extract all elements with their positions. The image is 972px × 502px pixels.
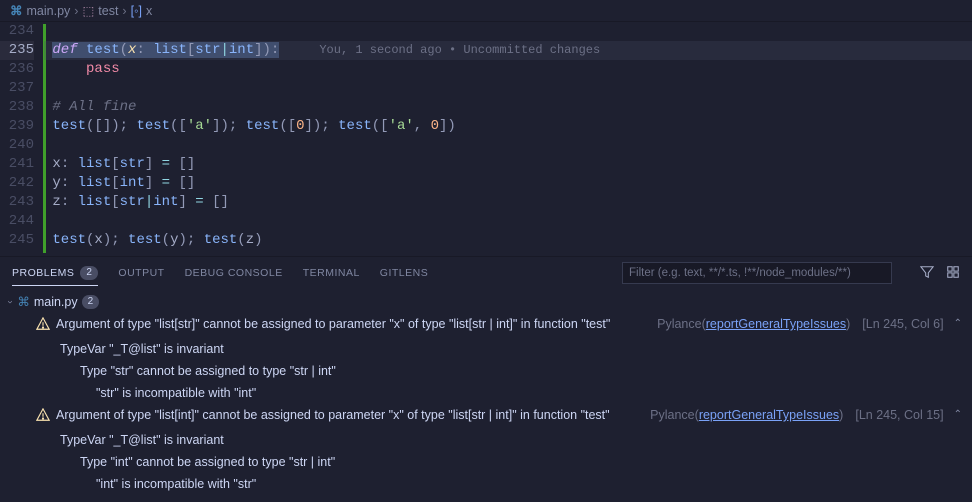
chevron-right-icon: › (74, 4, 78, 18)
code-line[interactable]: test([]); test(['a']); test([0]); test([… (44, 117, 972, 136)
breadcrumb-file[interactable]: main.py (27, 4, 71, 18)
python-file-icon: ⌘ (10, 3, 23, 18)
code-line[interactable]: y: list[int] = [] (44, 174, 972, 193)
line-number: 242 (0, 174, 34, 193)
filter-icon[interactable] (920, 265, 934, 282)
chevron-up-icon[interactable]: ⌃ (954, 404, 962, 426)
line-number: 245 (0, 231, 34, 250)
bottom-panel: Problems 2 Output Debug Console Terminal… (0, 256, 972, 502)
problem-message: Argument of type "list[int]" cannot be a… (56, 404, 644, 426)
code-line[interactable]: pass (44, 60, 972, 79)
git-codelens: You, 1 second ago • Uncommitted changes (319, 43, 600, 57)
line-number: 239 (0, 117, 34, 136)
warning-icon (36, 316, 50, 338)
problem-location: [Ln 245, Col 6] (862, 313, 943, 335)
problem-message: Argument of type "list[str]" cannot be a… (56, 313, 651, 335)
tab-gitlens[interactable]: GitLens (380, 267, 428, 279)
problems-file-name: main.py (34, 291, 78, 313)
problem-location: [Ln 245, Col 15] (855, 404, 943, 426)
warning-icon (36, 407, 50, 429)
problem-rule-link[interactable]: reportGeneralTypeIssues (699, 408, 839, 422)
line-number: 236 (0, 60, 34, 79)
problems-filter-input[interactable] (622, 262, 892, 284)
chevron-down-icon: › (0, 300, 21, 303)
breadcrumb-variable[interactable]: x (146, 4, 152, 18)
problems-list[interactable]: › ⌘ main.py 2 Argument of type "list[str… (0, 289, 972, 502)
line-number: 235 (0, 41, 34, 60)
line-number: 238 (0, 98, 34, 117)
code-line[interactable] (44, 136, 972, 155)
line-number: 244 (0, 212, 34, 231)
line-number: 237 (0, 79, 34, 98)
code-line[interactable]: z: list[str|int] = [] (44, 193, 972, 212)
problem-source: Pylance(reportGeneralTypeIssues) (650, 404, 843, 426)
tab-debug-console[interactable]: Debug Console (185, 267, 283, 279)
code-line[interactable] (44, 22, 972, 41)
symbol-variable-icon: [◦] (131, 4, 142, 18)
line-number: 243 (0, 193, 34, 212)
problems-file-row[interactable]: › ⌘ main.py 2 (8, 291, 972, 313)
code-line[interactable]: test(x); test(y); test(z) (44, 231, 972, 250)
panel-tabs: Problems 2 Output Debug Console Terminal… (0, 257, 972, 289)
code-line[interactable] (44, 79, 972, 98)
code-line[interactable]: def test(x: list[str|int]):You, 1 second… (44, 41, 972, 60)
tab-output[interactable]: Output (118, 267, 164, 279)
breadcrumb[interactable]: ⌘ main.py › ⬚ test › [◦] x (0, 0, 972, 22)
line-number: 240 (0, 136, 34, 155)
tab-label: Problems (12, 267, 74, 279)
code-line[interactable]: x: list[str] = [] (44, 155, 972, 174)
code-line[interactable] (44, 212, 972, 231)
problem-source: Pylance(reportGeneralTypeIssues) (657, 313, 850, 335)
problem-item[interactable]: Argument of type "list[str]" cannot be a… (8, 313, 972, 338)
problem-detail: Type "int" cannot be assigned to type "s… (8, 451, 972, 473)
breadcrumb-symbol[interactable]: test (98, 4, 118, 18)
tab-terminal[interactable]: Terminal (303, 267, 360, 279)
problem-item[interactable]: Argument of type "list[int]" cannot be a… (8, 404, 972, 429)
problem-detail: TypeVar "_T@list" is invariant (8, 429, 972, 451)
symbol-method-icon: ⬚ (82, 3, 94, 18)
problems-count-badge: 2 (80, 266, 98, 280)
chevron-up-icon[interactable]: ⌃ (954, 313, 962, 335)
problem-detail: Type "str" cannot be assigned to type "s… (8, 360, 972, 382)
code-area[interactable]: def test(x: list[str|int]):You, 1 second… (44, 22, 972, 256)
problem-rule-link[interactable]: reportGeneralTypeIssues (706, 317, 846, 331)
collapse-all-icon[interactable] (946, 265, 960, 282)
chevron-right-icon: › (122, 4, 126, 18)
problem-detail: "int" is incompatible with "str" (8, 473, 972, 495)
problem-detail: "str" is incompatible with "int" (8, 382, 972, 404)
line-number: 241 (0, 155, 34, 174)
line-number: 234 (0, 22, 34, 41)
line-number-gutter: 234 235 236 237 238 239 240 241 242 243 … (0, 22, 44, 256)
code-line[interactable]: # All fine (44, 98, 972, 117)
editor[interactable]: 234 235 236 237 238 239 240 241 242 243 … (0, 22, 972, 256)
tab-problems[interactable]: Problems 2 (12, 266, 98, 286)
file-problems-count-badge: 2 (82, 295, 100, 309)
problem-detail: TypeVar "_T@list" is invariant (8, 338, 972, 360)
